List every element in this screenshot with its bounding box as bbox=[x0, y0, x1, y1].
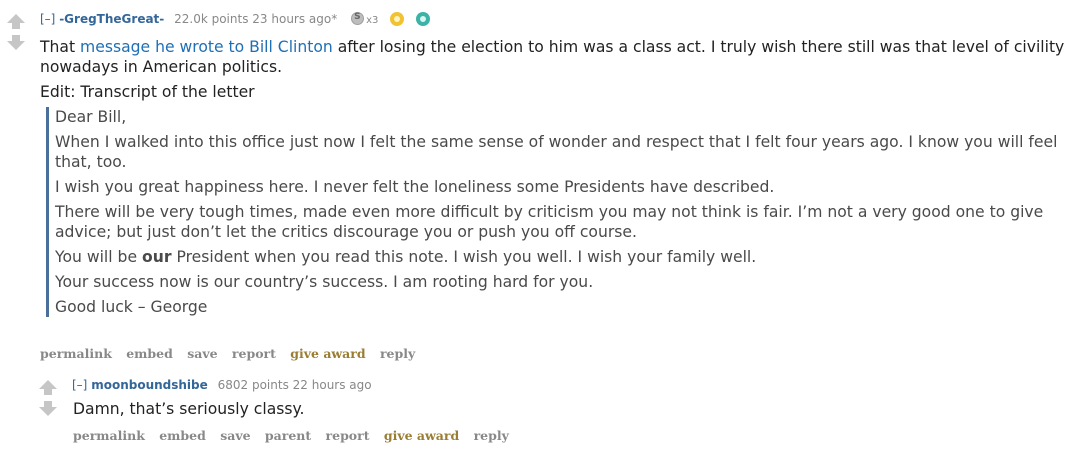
parent-button[interactable]: parent bbox=[265, 428, 311, 443]
vote-controls bbox=[6, 14, 26, 50]
author-link[interactable]: -GregTheGreat- bbox=[59, 12, 164, 26]
letter-link[interactable]: message he wrote to Bill Clinton bbox=[80, 38, 333, 56]
save-button[interactable]: save bbox=[187, 346, 217, 361]
letter-paragraph-1: When I walked into this office just now … bbox=[55, 133, 1058, 171]
give-award-button[interactable]: give award bbox=[290, 346, 365, 361]
reply-button[interactable]: reply bbox=[474, 428, 509, 443]
comment-text: That message he wrote to Bill Clinton af… bbox=[40, 38, 1065, 76]
report-button[interactable]: report bbox=[326, 428, 370, 443]
letter-salutation: Dear Bill, bbox=[55, 108, 127, 126]
letter-signoff: Good luck – George bbox=[55, 298, 208, 316]
upvote-arrow-icon[interactable] bbox=[6, 14, 26, 29]
letter-paragraph-3: There will be very tough times, made eve… bbox=[55, 203, 1044, 241]
gold-award-icon[interactable] bbox=[390, 12, 405, 26]
comment-actions: permalink embed save parent report give … bbox=[73, 428, 519, 443]
comment-body: Damn, that’s seriously classy. bbox=[73, 399, 1063, 419]
timestamp: 23 hours ago* bbox=[252, 12, 338, 26]
upvote-arrow-icon[interactable] bbox=[38, 380, 58, 395]
author-link[interactable]: moonboundshibe bbox=[91, 378, 208, 392]
reply-button[interactable]: reply bbox=[380, 346, 415, 361]
permalink-button[interactable]: permalink bbox=[73, 428, 145, 443]
collapse-toggle[interactable]: [–] bbox=[72, 378, 87, 392]
letter-paragraph-5: Your success now is our country’s succes… bbox=[55, 273, 594, 291]
collapse-toggle[interactable]: [–] bbox=[40, 12, 55, 26]
letter-paragraph-4: You will be our President when you read … bbox=[55, 248, 757, 266]
score: 22.0k points bbox=[174, 12, 249, 26]
downvote-arrow-icon[interactable] bbox=[38, 401, 58, 416]
letter-paragraph-2: I wish you great happiness here. I never… bbox=[55, 178, 775, 196]
comment-tagline: [–] moonboundshibe 6802 points 22 hours … bbox=[72, 378, 372, 392]
comment-tagline: [–] -GregTheGreat- 22.0k points 23 hours… bbox=[40, 12, 430, 26]
silver-award-icon[interactable]: S bbox=[351, 12, 365, 25]
permalink-button[interactable]: permalink bbox=[40, 346, 112, 361]
comment-actions: permalink embed save report give award r… bbox=[40, 346, 425, 361]
embed-button[interactable]: embed bbox=[159, 428, 206, 443]
save-button[interactable]: save bbox=[220, 428, 250, 443]
timestamp: 22 hours ago bbox=[292, 378, 372, 392]
platinum-award-icon[interactable] bbox=[416, 12, 430, 26]
embed-button[interactable]: embed bbox=[126, 346, 173, 361]
downvote-arrow-icon[interactable] bbox=[6, 35, 26, 50]
silver-award-count: x3 bbox=[366, 15, 379, 26]
edit-line: Edit: Transcript of the letter bbox=[40, 83, 255, 101]
comment-body: That message he wrote to Bill Clinton af… bbox=[40, 37, 1070, 317]
give-award-button[interactable]: give award bbox=[384, 428, 459, 443]
comment-text: Damn, that’s seriously classy. bbox=[73, 400, 305, 418]
score: 6802 points bbox=[217, 378, 289, 392]
vote-controls bbox=[38, 380, 58, 416]
report-button[interactable]: report bbox=[232, 346, 276, 361]
letter-quote: Dear Bill, When I walked into this offic… bbox=[46, 107, 1065, 317]
